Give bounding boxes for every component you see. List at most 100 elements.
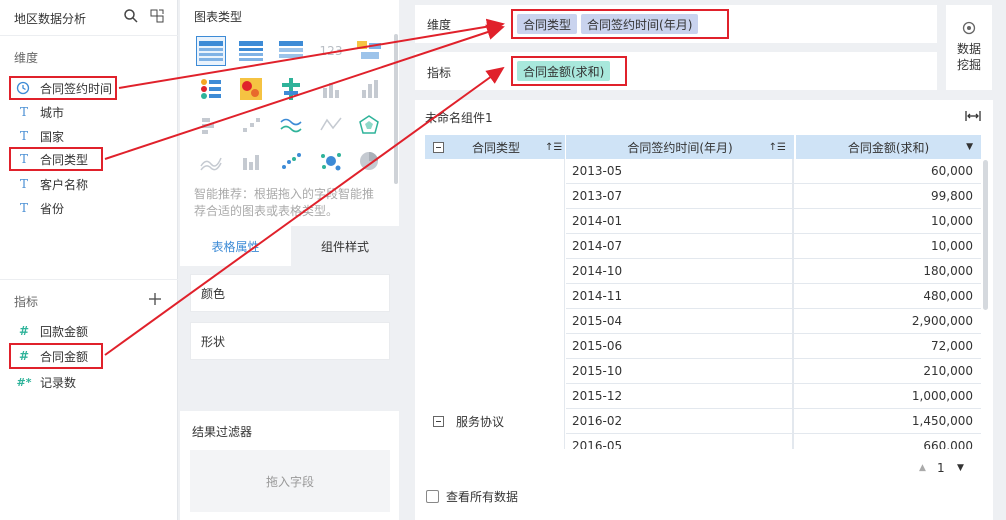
dimension-pill-sign-month[interactable]: 合同签约时间(年月) (581, 14, 699, 34)
dimensions-section-label: 维度 (14, 51, 39, 65)
chart-type-line-grey[interactable] (316, 110, 346, 140)
group-label: 服务协议 (456, 415, 505, 429)
cell-contract-amount: 1,000,000 (911, 389, 973, 403)
data-mining-label-line-1: 数据 (956, 42, 981, 56)
tab-component-style[interactable]: 组件样式 (291, 226, 399, 266)
number-type-icon: # (18, 349, 30, 363)
switch-dataset-icon[interactable] (149, 8, 165, 24)
detail-table-icon (279, 41, 303, 58)
chart-type-scatter-grey[interactable] (236, 110, 266, 140)
measure-pill-contract-amount[interactable]: 合同金额(求和) (517, 61, 611, 81)
chart-type-grouped-grey[interactable] (236, 146, 266, 176)
table-scrollbar[interactable] (983, 160, 988, 310)
chart-type-scrollbar[interactable] (394, 34, 398, 184)
prev-page-icon[interactable]: ▲ (919, 463, 926, 473)
field-contract-sign-time[interactable]: 合同签约时间 (9, 76, 117, 100)
chart-type-bubble[interactable] (316, 146, 346, 176)
cell-sign-month: 2016-02 (566, 409, 794, 433)
chart-type-pie-grey[interactable] (354, 146, 384, 176)
field-label: 回款金额 (40, 324, 89, 339)
record-count-icon: #* (16, 375, 32, 389)
color-label: 颜色 (201, 286, 226, 301)
table-row[interactable]: 2013-05 60,000 (566, 159, 981, 184)
chart-type-area-grey[interactable] (196, 146, 226, 176)
dimension-pill-contract-type[interactable]: 合同类型 (517, 14, 578, 34)
chart-type-bar-grey[interactable] (316, 74, 346, 104)
chart-type-heatmap[interactable] (236, 74, 266, 104)
chart-type-scatter[interactable] (276, 146, 306, 176)
tab-table-properties[interactable]: 表格属性 (180, 226, 291, 266)
filter-drop-zone[interactable]: 拖入字段 (190, 450, 390, 512)
table-row[interactable]: 2015-04 2,900,000 (566, 309, 981, 334)
chart-type-detail-table[interactable] (276, 36, 306, 66)
stacked-bar-icon (202, 118, 214, 134)
field-province[interactable]: T 省份 (16, 197, 64, 219)
next-page-icon[interactable]: ▼ (957, 463, 964, 473)
cell-contract-amount: 10,000 (931, 239, 973, 253)
field-payment-amount[interactable]: # 回款金额 (16, 320, 88, 342)
add-icon[interactable] (148, 292, 162, 306)
data-mining-label: 数据 挖掘 (957, 41, 981, 73)
page-number[interactable]: 1 (937, 461, 945, 475)
sort-desc-icon[interactable]: ▼ (966, 142, 973, 152)
measure-pills-box: 合同金额(求和) (511, 56, 627, 86)
search-icon[interactable] (123, 8, 139, 24)
chart-type-line[interactable] (276, 110, 306, 140)
chart-type-multi-indicator[interactable] (196, 74, 226, 104)
header-sign-month[interactable]: 合同签约时间(年月) ↑☰ (566, 135, 794, 159)
chart-type-crosstab[interactable] (236, 36, 266, 66)
view-all-checkbox[interactable] (426, 490, 439, 503)
measure-shelf-label: 指标 (427, 66, 452, 80)
sort-icon[interactable]: ↑☰ (769, 142, 786, 153)
number-type-icon: # (18, 324, 30, 338)
table-row[interactable]: 2013-07 99,800 (566, 184, 981, 209)
table-row[interactable]: 2015-12 1,000,000 (566, 384, 981, 409)
group-cell: 服务协议 (425, 159, 565, 449)
measures-section-label: 指标 (14, 295, 39, 309)
field-label: 记录数 (40, 375, 77, 390)
chart-type-stacked[interactable] (196, 110, 226, 140)
chart-type-column-grey[interactable] (354, 74, 384, 104)
table-body: 2013-05 60,000 2013-07 99,800 2014-01 10,000 2… (566, 159, 981, 449)
measure-shelf[interactable]: 指标 合同金额(求和) (415, 52, 937, 90)
chart-type-radar[interactable] (354, 110, 384, 140)
table-component: 未命名组件1 合同类型 ↑☰ 合同签约时间(年月) ↑☰ 合同金额(求和) ▼ … (415, 100, 993, 520)
sort-icon[interactable]: ↑☰ (545, 142, 562, 153)
view-all-data-toggle[interactable]: 查看所有数据 (426, 488, 518, 505)
table-row[interactable]: 2015-10 210,000 (566, 359, 981, 384)
component-title[interactable]: 未命名组件1 (425, 109, 493, 126)
field-customer-name[interactable]: T 客户名称 (16, 173, 88, 195)
chart-type-table[interactable] (196, 36, 226, 66)
field-contract-type[interactable]: T 合同类型 (9, 147, 103, 171)
text-type-icon: T (19, 152, 28, 166)
table-row[interactable]: 2015-06 72,000 (566, 334, 981, 359)
table-row[interactable]: 2016-05 660,000 (566, 434, 981, 449)
table-row[interactable]: 2014-07 10,000 (566, 234, 981, 259)
data-mining-button[interactable]: 数据 挖掘 (946, 5, 992, 90)
field-contract-amount[interactable]: # 合同金额 (9, 343, 103, 369)
text-type-icon: T (19, 105, 28, 119)
multi-indicator-icon (201, 79, 221, 99)
shape-property[interactable]: 形状 (190, 322, 390, 360)
table-row[interactable]: 2014-11 480,000 (566, 284, 981, 309)
shape-label: 形状 (201, 334, 226, 349)
collapse-group-icon[interactable] (433, 416, 444, 427)
field-record-count[interactable]: #* 记录数 (16, 371, 77, 393)
chart-type-bubble-text[interactable] (354, 36, 384, 66)
field-city[interactable]: T 城市 (16, 101, 64, 123)
header-contract-amount[interactable]: 合同金额(求和) ▼ (796, 135, 981, 159)
table-chart-icon (199, 41, 223, 61)
header-contract-type[interactable]: 合同类型 ↑☰ (425, 135, 565, 159)
field-country[interactable]: T 国家 (16, 125, 64, 147)
result-filter-label: 结果过滤器 (192, 425, 253, 439)
chart-type-dot-matrix[interactable] (276, 74, 306, 104)
fit-width-icon[interactable] (965, 110, 981, 122)
color-property[interactable]: 颜色 (190, 274, 390, 312)
dimension-shelf[interactable]: 维度 合同类型 合同签约时间(年月) (415, 5, 937, 43)
field-label: 城市 (40, 105, 65, 120)
table-row[interactable]: 2014-01 10,000 (566, 209, 981, 234)
table-row[interactable]: 2016-02 1,450,000 (566, 409, 981, 434)
chart-type-kpi[interactable]: 123 (316, 36, 346, 66)
table-row[interactable]: 2014-10 180,000 (566, 259, 981, 284)
collapse-all-icon[interactable] (433, 141, 444, 153)
